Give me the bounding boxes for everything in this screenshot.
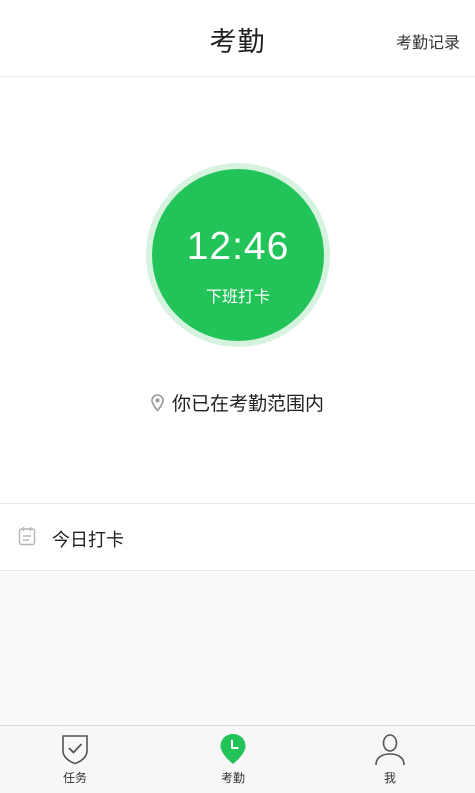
- top-nav-bar: 考勤 考勤记录: [0, 0, 475, 77]
- user-icon: [340, 732, 440, 766]
- punch-panel: 12:46 下班打卡 你已在考勤范围内: [0, 77, 475, 503]
- punch-label: 下班打卡: [205, 287, 270, 306]
- current-time: 12:46: [186, 225, 290, 268]
- clock-pin-icon: [183, 732, 283, 766]
- tab-attendance[interactable]: 考勤: [183, 726, 283, 793]
- bottom-tab-bar: 任务 考勤 我: [0, 725, 475, 793]
- tab-tasks[interactable]: 任务: [25, 726, 125, 793]
- empty-content-area: [0, 571, 475, 725]
- today-punch-label: 今日打卡: [52, 530, 124, 551]
- punch-button-circle[interactable]: 12:46 下班打卡: [152, 169, 324, 341]
- location-status-text: 你已在考勤范围内: [171, 393, 324, 415]
- map-pin-icon: [151, 394, 164, 417]
- tab-attendance-label: 考勤: [220, 771, 245, 785]
- location-status: 你已在考勤范围内: [0, 389, 475, 417]
- tab-me-label: 我: [383, 771, 396, 785]
- attendance-records-link[interactable]: 考勤记录: [396, 29, 460, 53]
- punch-button[interactable]: 12:46 下班打卡: [146, 163, 330, 347]
- tab-me[interactable]: 我: [340, 726, 440, 793]
- calendar-icon: [18, 526, 36, 550]
- today-punch-row[interactable]: 今日打卡: [0, 503, 475, 571]
- tab-tasks-label: 任务: [62, 771, 87, 785]
- task-shield-check-icon: [25, 732, 125, 766]
